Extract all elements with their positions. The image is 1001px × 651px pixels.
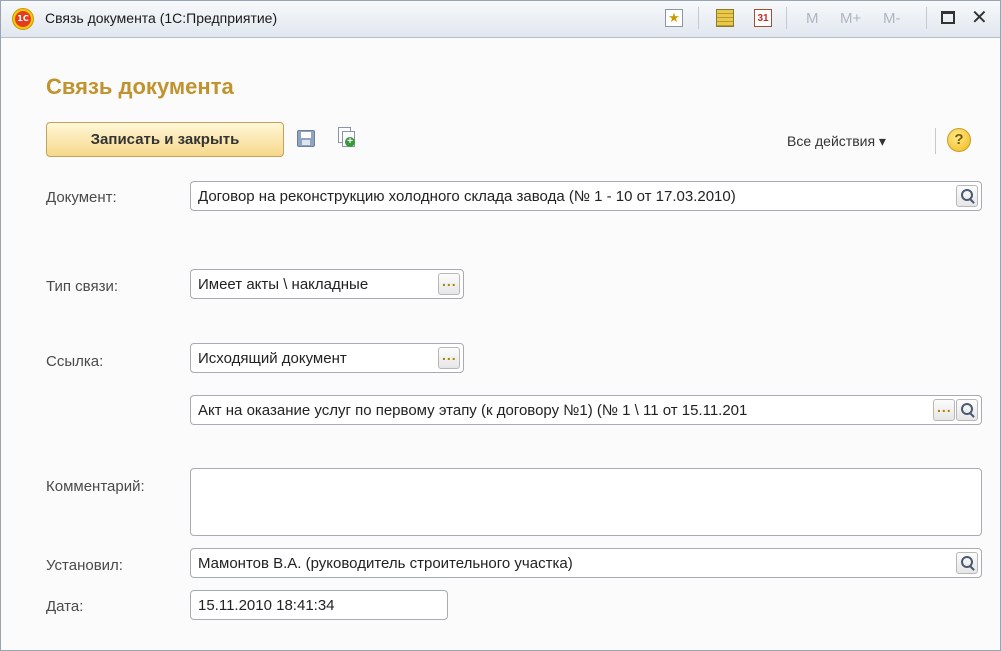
toolbar-separator [935,128,936,154]
date-field[interactable]: 15.11.2010 18:41:34 [190,590,448,620]
calendar-icon[interactable]: 31 [754,9,772,27]
document-value: Договор на реконструкцию холодного склад… [198,188,736,205]
link-type-label: Тип связи: [46,278,119,295]
window: 1С Связь документа (1С:Предприятие) ★ 31… [0,0,1001,651]
close-icon[interactable]: ✕ [971,6,988,30]
copy-icon[interactable]: + [338,127,355,148]
link-type-select-button[interactable] [438,273,460,295]
link-label: Ссылка: [46,353,104,370]
link-document-field[interactable]: Акт на оказание услуг по первому этапу (… [190,395,982,425]
memory-minus-button[interactable]: M- [883,10,901,27]
comment-label: Комментарий: [46,478,145,495]
document-search-icon[interactable] [956,185,978,207]
link-document-select-button[interactable] [933,399,955,421]
link-type-document-field[interactable]: Исходящий документ [190,343,464,373]
comment-field[interactable] [190,468,982,536]
installed-by-search-icon[interactable] [956,552,978,574]
memory-m-button[interactable]: M [806,10,819,27]
window-title: Связь документа (1С:Предприятие) [45,10,278,26]
help-icon[interactable]: ? [947,128,971,152]
form-title: Связь документа [46,74,234,99]
link-document-value: Акт на оказание услуг по первому этапу (… [198,402,748,419]
link-document-search-icon[interactable] [956,399,978,421]
link-type-document-select-button[interactable] [438,347,460,369]
toolbar-separator [926,7,927,29]
link-type-field[interactable]: Имеет акты \ накладные [190,269,464,299]
link-type-document-value: Исходящий документ [198,350,347,367]
save-and-close-button[interactable]: Записать и закрыть [46,122,284,157]
document-field[interactable]: Договор на реконструкцию холодного склад… [190,181,982,211]
installed-by-field[interactable]: Мамонтов В.А. (руководитель строительног… [190,548,982,578]
toolbar-separator [698,7,699,29]
title-bar: 1С Связь документа (1С:Предприятие) ★ 31… [1,1,1000,38]
installed-by-value: Мамонтов В.А. (руководитель строительног… [198,555,573,572]
installed-by-label: Установил: [46,557,123,574]
link-type-value: Имеет акты \ накладные [198,276,369,293]
document-label: Документ: [46,189,117,206]
save-icon[interactable] [297,130,315,147]
date-label: Дата: [46,598,84,615]
maximize-icon[interactable] [941,11,955,24]
all-actions-menu[interactable]: Все действия ▾ [787,133,886,150]
memory-plus-button[interactable]: M+ [840,10,861,27]
toolbar-separator [786,7,787,29]
logo-text: 1С [15,11,31,27]
app-logo-icon: 1С [12,8,34,30]
favorites-star-icon[interactable]: ★ [665,9,683,27]
date-value: 15.11.2010 18:41:34 [198,597,335,614]
calculator-icon[interactable] [716,9,734,27]
